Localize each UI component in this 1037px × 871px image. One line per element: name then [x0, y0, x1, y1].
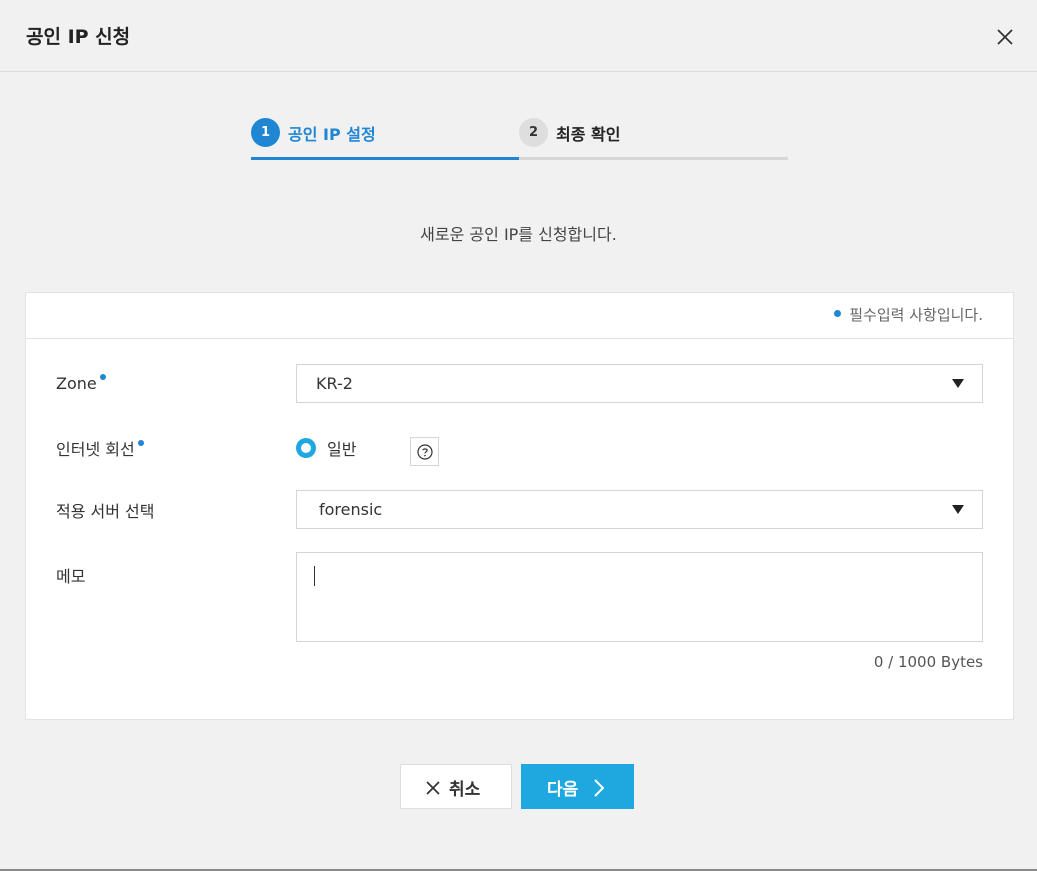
required-note-text: 필수입력 사항입니다. [849, 306, 983, 324]
step-number: 2 [519, 118, 548, 147]
step-label: 공인 IP 설정 [288, 125, 376, 144]
form-panel: 필수입력 사항입니다. Zone KR-2 인터넷 회선 일반 적용 서버 선택… [25, 292, 1014, 720]
dialog-header: 공인 IP 신청 [0, 0, 1037, 72]
step-public-ip-settings: 1 공인 IP 설정 [251, 116, 519, 162]
step-progress-bar [251, 157, 519, 160]
server-select-value: forensic [319, 500, 383, 519]
caret-down-icon [952, 379, 964, 388]
close-icon [426, 781, 440, 795]
step-label: 최종 확인 [556, 125, 621, 144]
radio-selected-icon [296, 438, 316, 458]
required-dot-icon [99, 374, 106, 380]
zone-select-value: KR-2 [316, 374, 353, 393]
step-number: 1 [251, 118, 280, 147]
stepper: 1 공인 IP 설정 2 최종 확인 [251, 116, 788, 162]
step-progress-bar [519, 157, 788, 160]
required-note: 필수입력 사항입니다. [834, 304, 983, 325]
next-button[interactable]: 다음 [521, 764, 634, 809]
zone-select[interactable]: KR-2 [296, 364, 983, 403]
memo-textarea[interactable] [296, 552, 983, 642]
internet-line-label: 인터넷 회선 [56, 436, 144, 460]
step-final-confirm: 2 최종 확인 [519, 116, 788, 162]
memo-label: 메모 [56, 567, 86, 586]
panel-header: 필수입력 사항입니다. [26, 293, 1013, 339]
internet-line-label-text: 인터넷 회선 [56, 440, 135, 459]
dialog-subtitle: 새로운 공인 IP를 신청합니다. [420, 225, 617, 244]
required-dot-icon [137, 440, 144, 446]
public-ip-request-dialog: 공인 IP 신청 1 공인 IP 설정 2 최종 확인 새로운 공인 IP를 신… [0, 0, 1037, 871]
cancel-button-label: 취소 [449, 780, 481, 800]
close-button[interactable] [992, 24, 1018, 50]
radio-label: 일반 [327, 440, 357, 459]
dialog-title: 공인 IP 신청 [26, 26, 131, 48]
close-icon [997, 29, 1013, 45]
zone-label: Zone [56, 374, 106, 393]
caret-down-icon [952, 505, 964, 514]
text-cursor [314, 566, 315, 586]
zone-label-text: Zone [56, 374, 97, 393]
server-select[interactable]: forensic [296, 490, 983, 529]
required-dot-icon [834, 310, 842, 317]
memo-byte-count: 0 / 1000 Bytes [873, 653, 983, 671]
next-button-label: 다음 [547, 780, 579, 800]
cancel-button[interactable]: 취소 [400, 764, 512, 809]
question-circle-icon [417, 444, 433, 460]
help-button[interactable] [410, 437, 439, 466]
chevron-right-icon [594, 779, 604, 797]
server-label: 적용 서버 선택 [56, 502, 155, 521]
